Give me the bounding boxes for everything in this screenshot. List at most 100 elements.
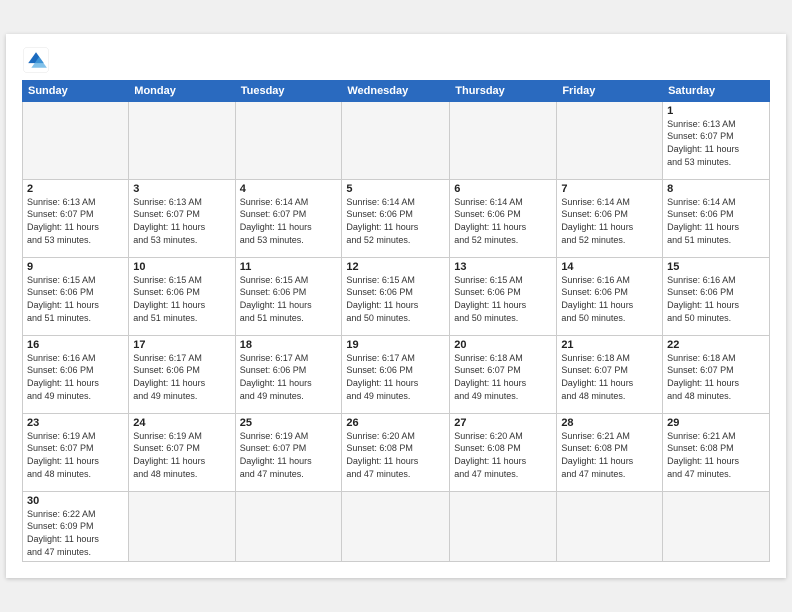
day-info: Sunrise: 6:15 AMSunset: 6:06 PMDaylight:…	[27, 274, 124, 324]
day-cell	[557, 101, 663, 179]
weekday-thursday: Thursday	[450, 80, 557, 101]
day-cell: 30Sunrise: 6:22 AMSunset: 6:09 PMDayligh…	[23, 491, 129, 561]
day-info: Sunrise: 6:14 AMSunset: 6:06 PMDaylight:…	[346, 196, 445, 246]
day-info: Sunrise: 6:19 AMSunset: 6:07 PMDaylight:…	[240, 430, 338, 480]
day-cell: 19Sunrise: 6:17 AMSunset: 6:06 PMDayligh…	[342, 335, 450, 413]
weekday-monday: Monday	[129, 80, 235, 101]
day-cell: 20Sunrise: 6:18 AMSunset: 6:07 PMDayligh…	[450, 335, 557, 413]
day-number: 25	[240, 417, 338, 429]
day-cell: 23Sunrise: 6:19 AMSunset: 6:07 PMDayligh…	[23, 413, 129, 491]
day-info: Sunrise: 6:17 AMSunset: 6:06 PMDaylight:…	[240, 352, 338, 402]
day-cell: 29Sunrise: 6:21 AMSunset: 6:08 PMDayligh…	[663, 413, 770, 491]
day-number: 26	[346, 417, 445, 429]
day-number: 21	[561, 339, 658, 351]
day-info: Sunrise: 6:15 AMSunset: 6:06 PMDaylight:…	[454, 274, 552, 324]
day-info: Sunrise: 6:18 AMSunset: 6:07 PMDaylight:…	[561, 352, 658, 402]
day-cell: 18Sunrise: 6:17 AMSunset: 6:06 PMDayligh…	[235, 335, 342, 413]
day-info: Sunrise: 6:20 AMSunset: 6:08 PMDaylight:…	[454, 430, 552, 480]
day-info: Sunrise: 6:21 AMSunset: 6:08 PMDaylight:…	[561, 430, 658, 480]
day-info: Sunrise: 6:18 AMSunset: 6:07 PMDaylight:…	[667, 352, 765, 402]
day-cell: 28Sunrise: 6:21 AMSunset: 6:08 PMDayligh…	[557, 413, 663, 491]
day-cell	[235, 491, 342, 561]
day-cell: 9Sunrise: 6:15 AMSunset: 6:06 PMDaylight…	[23, 257, 129, 335]
day-cell: 13Sunrise: 6:15 AMSunset: 6:06 PMDayligh…	[450, 257, 557, 335]
day-number: 10	[133, 261, 230, 273]
day-info: Sunrise: 6:17 AMSunset: 6:06 PMDaylight:…	[346, 352, 445, 402]
day-cell	[450, 101, 557, 179]
weekday-header-row: SundayMondayTuesdayWednesdayThursdayFrid…	[23, 80, 770, 101]
day-cell	[129, 491, 235, 561]
day-cell	[342, 491, 450, 561]
day-info: Sunrise: 6:15 AMSunset: 6:06 PMDaylight:…	[133, 274, 230, 324]
day-cell: 15Sunrise: 6:16 AMSunset: 6:06 PMDayligh…	[663, 257, 770, 335]
week-row-6: 30Sunrise: 6:22 AMSunset: 6:09 PMDayligh…	[23, 491, 770, 561]
weekday-wednesday: Wednesday	[342, 80, 450, 101]
day-cell: 6Sunrise: 6:14 AMSunset: 6:06 PMDaylight…	[450, 179, 557, 257]
day-number: 1	[667, 105, 765, 117]
weekday-tuesday: Tuesday	[235, 80, 342, 101]
day-cell	[557, 491, 663, 561]
day-cell	[235, 101, 342, 179]
day-info: Sunrise: 6:19 AMSunset: 6:07 PMDaylight:…	[27, 430, 124, 480]
week-row-1: 1Sunrise: 6:13 AMSunset: 6:07 PMDaylight…	[23, 101, 770, 179]
day-info: Sunrise: 6:20 AMSunset: 6:08 PMDaylight:…	[346, 430, 445, 480]
weekday-saturday: Saturday	[663, 80, 770, 101]
calendar-container: SundayMondayTuesdayWednesdayThursdayFrid…	[6, 34, 786, 578]
day-cell: 27Sunrise: 6:20 AMSunset: 6:08 PMDayligh…	[450, 413, 557, 491]
day-number: 19	[346, 339, 445, 351]
day-cell: 7Sunrise: 6:14 AMSunset: 6:06 PMDaylight…	[557, 179, 663, 257]
day-number: 4	[240, 183, 338, 195]
day-number: 11	[240, 261, 338, 273]
day-number: 7	[561, 183, 658, 195]
day-cell: 16Sunrise: 6:16 AMSunset: 6:06 PMDayligh…	[23, 335, 129, 413]
weekday-friday: Friday	[557, 80, 663, 101]
day-cell: 10Sunrise: 6:15 AMSunset: 6:06 PMDayligh…	[129, 257, 235, 335]
day-number: 5	[346, 183, 445, 195]
day-cell: 12Sunrise: 6:15 AMSunset: 6:06 PMDayligh…	[342, 257, 450, 335]
day-cell: 1Sunrise: 6:13 AMSunset: 6:07 PMDaylight…	[663, 101, 770, 179]
day-number: 20	[454, 339, 552, 351]
day-cell: 21Sunrise: 6:18 AMSunset: 6:07 PMDayligh…	[557, 335, 663, 413]
day-info: Sunrise: 6:15 AMSunset: 6:06 PMDaylight:…	[346, 274, 445, 324]
day-info: Sunrise: 6:19 AMSunset: 6:07 PMDaylight:…	[133, 430, 230, 480]
day-number: 9	[27, 261, 124, 273]
day-info: Sunrise: 6:22 AMSunset: 6:09 PMDaylight:…	[27, 508, 124, 558]
day-number: 30	[27, 495, 124, 507]
day-cell	[450, 491, 557, 561]
week-row-2: 2 Sunrise: 6:13 AMSunset: 6:07 PMDaylight…	[23, 179, 770, 257]
calendar-table: SundayMondayTuesdayWednesdayThursdayFrid…	[22, 80, 770, 562]
calendar-header	[22, 46, 770, 74]
day-info: Sunrise: 6:13 AMSunset: 6:07 PMDaylight:…	[133, 196, 230, 246]
day-number: 29	[667, 417, 765, 429]
day-cell: 14Sunrise: 6:16 AMSunset: 6:06 PMDayligh…	[557, 257, 663, 335]
logo-icon	[22, 46, 50, 74]
day-cell: 2Sunrise: 6:13 AMSunset: 6:07 PMDaylight…	[23, 179, 129, 257]
day-info: Sunrise: 6:15 AMSunset: 6:06 PMDaylight:…	[240, 274, 338, 324]
day-number: 15	[667, 261, 765, 273]
week-row-4: 16Sunrise: 6:16 AMSunset: 6:06 PMDayligh…	[23, 335, 770, 413]
day-number: 6	[454, 183, 552, 195]
day-cell: 26Sunrise: 6:20 AMSunset: 6:08 PMDayligh…	[342, 413, 450, 491]
day-cell: 17Sunrise: 6:17 AMSunset: 6:06 PMDayligh…	[129, 335, 235, 413]
day-cell: 11Sunrise: 6:15 AMSunset: 6:06 PMDayligh…	[235, 257, 342, 335]
day-number: 8	[667, 183, 765, 195]
day-number: 17	[133, 339, 230, 351]
day-number: 28	[561, 417, 658, 429]
day-number: 24	[133, 417, 230, 429]
day-number: 22	[667, 339, 765, 351]
day-info: Sunrise: 6:14 AMSunset: 6:06 PMDaylight:…	[454, 196, 552, 246]
day-number: 23	[27, 417, 124, 429]
day-info: Sunrise: 6:14 AMSunset: 6:06 PMDaylight:…	[561, 196, 658, 246]
day-info: Sunrise: 6:16 AMSunset: 6:06 PMDaylight:…	[667, 274, 765, 324]
day-cell: 25Sunrise: 6:19 AMSunset: 6:07 PMDayligh…	[235, 413, 342, 491]
day-cell	[129, 101, 235, 179]
day-cell: 22Sunrise: 6:18 AMSunset: 6:07 PMDayligh…	[663, 335, 770, 413]
day-info: Sunrise: 6:21 AMSunset: 6:08 PMDaylight:…	[667, 430, 765, 480]
day-number: 12	[346, 261, 445, 273]
day-cell	[663, 491, 770, 561]
day-number: 2	[27, 183, 124, 195]
week-row-3: 9Sunrise: 6:15 AMSunset: 6:06 PMDaylight…	[23, 257, 770, 335]
day-cell: 3Sunrise: 6:13 AMSunset: 6:07 PMDaylight…	[129, 179, 235, 257]
day-info: Sunrise: 6:14 AMSunset: 6:07 PMDaylight:…	[240, 196, 338, 246]
day-cell	[342, 101, 450, 179]
